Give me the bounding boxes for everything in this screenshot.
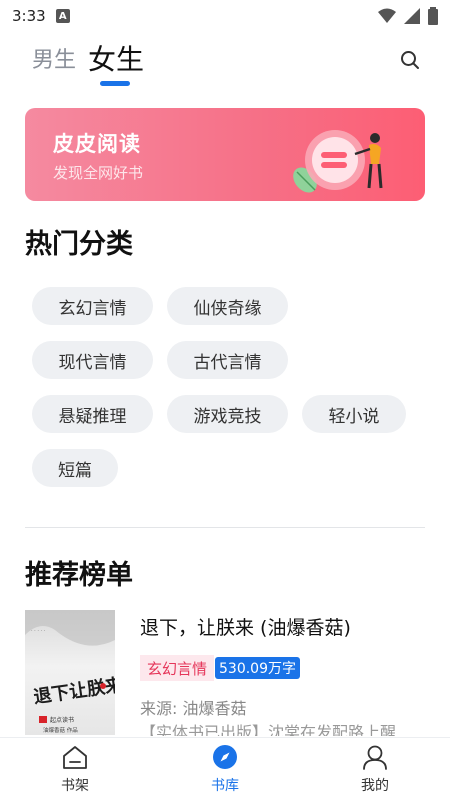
- category-chip[interactable]: 轻小说: [302, 395, 406, 433]
- book-description: 【实体书已出版】沈棠在发配路上醒: [140, 723, 397, 736]
- book-cover-art: · · · · · 退下让朕来 起点读书 油爆香菇 作品: [25, 610, 115, 734]
- banner-illustration-icon: [293, 130, 383, 193]
- banner-title: 皮皮阅读: [53, 132, 141, 156]
- book-cover[interactable]: · · · · · 退下让朕来 起点读书 油爆香菇 作品: [25, 610, 115, 735]
- book-source: 来源: 油爆香菇: [140, 699, 247, 718]
- wifi-icon: [378, 8, 396, 23]
- user-icon: [363, 745, 387, 770]
- promo-banner[interactable]: 皮皮阅读 发现全网好书: [25, 108, 425, 201]
- nav-library[interactable]: 书库: [185, 744, 265, 800]
- svg-text:· · · · ·: · · · · ·: [31, 628, 46, 634]
- section-divider: [25, 527, 425, 528]
- bottom-nav: 书架 书库 我的: [0, 737, 450, 800]
- category-chip[interactable]: 游戏竞技: [167, 395, 288, 433]
- hot-categories-title: 热门分类: [25, 229, 133, 260]
- word-count-badge: 530.09万字: [215, 657, 300, 679]
- tab-female[interactable]: 女生: [88, 38, 144, 78]
- category-chip[interactable]: 短篇: [32, 449, 118, 487]
- cover-author: 油爆香菇 作品: [43, 726, 78, 734]
- status-time: 3:33: [12, 7, 46, 25]
- nav-profile[interactable]: 我的: [335, 744, 415, 800]
- category-chip[interactable]: 玄幻言情: [32, 287, 153, 325]
- ranking-title: 推荐榜单: [25, 560, 133, 591]
- bookshelf-icon: [63, 746, 87, 769]
- tab-indicator: [100, 81, 130, 86]
- compass-icon: [213, 745, 237, 769]
- nav-profile-label: 我的: [361, 778, 389, 794]
- nav-bookshelf-label: 书架: [61, 778, 89, 794]
- signal-icon: [404, 8, 420, 24]
- cover-publisher: 起点读书: [50, 716, 74, 724]
- category-chip[interactable]: 古代言情: [167, 341, 288, 379]
- genre-tag: 玄幻言情: [140, 655, 215, 681]
- notification-icon: A: [55, 9, 70, 23]
- category-chip[interactable]: 悬疑推理: [32, 395, 153, 433]
- nav-bookshelf[interactable]: 书架: [35, 744, 115, 800]
- category-chip[interactable]: 现代言情: [32, 341, 153, 379]
- battery-icon: [428, 7, 438, 25]
- search-icon[interactable]: [398, 48, 422, 72]
- top-bar: 男生 女生: [0, 32, 450, 90]
- status-bar: 3:33 A: [0, 0, 450, 32]
- category-chip[interactable]: 仙侠奇缘: [167, 287, 288, 325]
- banner-subtitle: 发现全网好书: [53, 164, 144, 182]
- book-title[interactable]: 退下，让朕来 (油爆香菇): [140, 613, 351, 640]
- tab-male[interactable]: 男生: [32, 42, 76, 74]
- nav-library-label: 书库: [211, 778, 239, 794]
- cover-title-text: 退下让朕来: [32, 674, 115, 708]
